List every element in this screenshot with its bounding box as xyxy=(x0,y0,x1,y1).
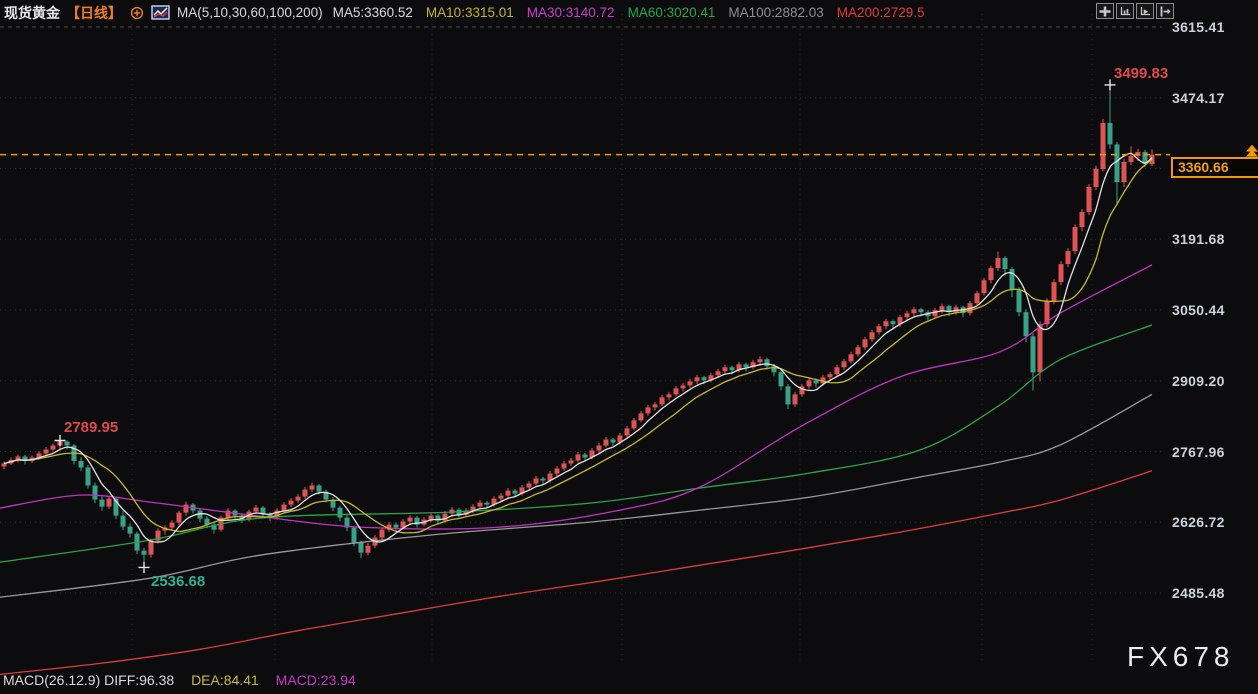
pop-out-icon[interactable] xyxy=(1156,3,1174,19)
macd-diff-value: MACD(26.12.9) DIFF:96.38 xyxy=(3,672,174,688)
y-axis-label: 2626.72 xyxy=(1172,514,1225,530)
macd-value: MACD:23.94 xyxy=(276,672,356,688)
chart-header: 现货黄金 【日线】 MA(5,10,30,60,100,200) MA5:336… xyxy=(4,0,938,25)
y-axis-label: 3474.17 xyxy=(1172,90,1225,106)
y-axis-label: 2767.96 xyxy=(1172,444,1225,460)
price-annotation-low: 2536.68 xyxy=(151,573,205,590)
ma200-value: MA200:2729.5 xyxy=(837,5,925,20)
current-price-label: 3360.66 xyxy=(1171,157,1258,178)
y-axis-label: 3050.44 xyxy=(1172,302,1225,318)
price-annotation-high-1: 2789.95 xyxy=(64,419,118,436)
ma-settings-label: MA(5,10,30,60,100,200) xyxy=(177,5,323,20)
crosshair-move-icon[interactable] xyxy=(1096,3,1114,19)
auto-fit-icon[interactable] xyxy=(1136,3,1154,19)
price-annotation-high-2: 3499.83 xyxy=(1114,65,1168,82)
macd-status-bar: MACD(26.12.9) DIFF:96.38 DEA:84.41 MACD:… xyxy=(3,672,369,688)
fx678-watermark: FX678 xyxy=(1127,641,1235,673)
y-axis-label: 3615.41 xyxy=(1172,19,1225,35)
y-axis-label: 2909.20 xyxy=(1172,373,1225,389)
chart-toolbar xyxy=(1096,3,1174,19)
y-axis-label: 2485.48 xyxy=(1172,585,1225,601)
y-axis-label: 3191.68 xyxy=(1172,231,1225,247)
macd-dea-value: DEA:84.41 xyxy=(191,672,259,688)
timeframe-label: 【日线】 xyxy=(66,3,122,23)
symbol-title: 现货黄金 xyxy=(4,3,60,23)
ma30-value: MA30:3140.72 xyxy=(527,5,615,20)
ma5-value: MA5:3360.52 xyxy=(333,5,413,20)
ma60-value: MA60:3020.41 xyxy=(628,5,716,20)
price-axis-icon[interactable] xyxy=(1116,3,1134,19)
chart-window: 现货黄金 【日线】 MA(5,10,30,60,100,200) MA5:336… xyxy=(0,0,1258,694)
chart-type-icon[interactable] xyxy=(151,5,170,20)
ma10-value: MA10:3315.01 xyxy=(426,5,514,20)
add-indicator-icon[interactable] xyxy=(130,6,144,20)
ma100-value: MA100:2882.03 xyxy=(728,5,823,20)
